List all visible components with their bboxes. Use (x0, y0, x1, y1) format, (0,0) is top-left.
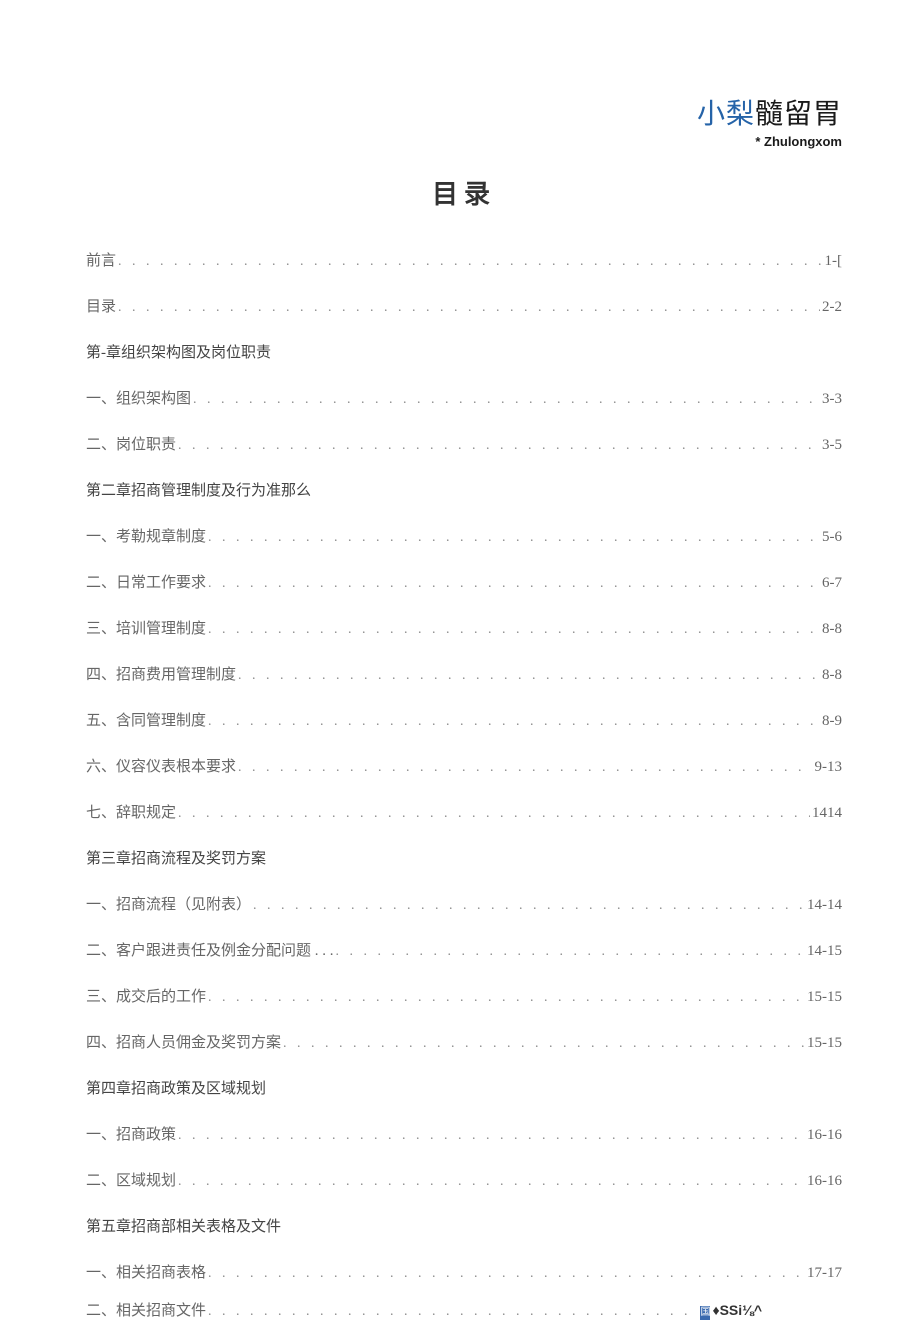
toc-row: 二、客户跟进责任及例金分配问题 . . . 14-15 (86, 939, 842, 960)
toc-dots (208, 530, 820, 546)
toc-label: 一、考勒规章制度 (86, 525, 206, 546)
toc-page: 1414 (812, 805, 842, 822)
toc-dots (238, 668, 820, 684)
toc-label: 前言 (86, 249, 116, 270)
toc-label: 七、辞职规定 (86, 801, 176, 822)
toc-row: 第三章招商流程及奖罚方案 (86, 847, 842, 868)
logo-black-text: 髓留胃 (755, 99, 842, 130)
toc-page: 16-16 (807, 1127, 842, 1144)
toc-row: 一、招商政策 16-16 (86, 1123, 842, 1144)
toc-page: 1-[ (825, 253, 843, 270)
toc-dots (253, 898, 805, 914)
toc-label: 第四章招商政策及区域规划 (86, 1077, 266, 1098)
toc-dots (193, 392, 820, 408)
logo-sub-prefix: * (755, 134, 764, 149)
table-of-contents: 前言 1-[ 目录 2-2 第-章组织架构图及岗位职责一、组织架构图 3-3 二、岗位职责 3… (86, 249, 842, 1282)
toc-footer-row: 二、相关招商文件 国 ♦SSi⅛^ (86, 1299, 842, 1320)
toc-page: 3-3 (822, 391, 842, 408)
page-title: 目录 (86, 174, 842, 211)
toc-row: 第二章招商管理制度及行为准那么 (86, 479, 842, 500)
toc-dots (208, 1304, 694, 1320)
toc-label: 第三章招商流程及奖罚方案 (86, 847, 266, 868)
toc-row: 七、辞职规定 1414 (86, 801, 842, 822)
logo-subtitle: * Zhulongxom (697, 134, 842, 149)
toc-row: 一、考勒规章制度 5-6 (86, 525, 842, 546)
toc-label: 三、成交后的工作 (86, 985, 206, 1006)
toc-dots (336, 944, 805, 960)
toc-row: 五、含同管理制度 8-9 (86, 709, 842, 730)
toc-dots (208, 622, 820, 638)
toc-label: 一、招商政策 (86, 1123, 176, 1144)
toc-page: 14-15 (807, 943, 842, 960)
toc-row: 第-章组织架构图及岗位职责 (86, 341, 842, 362)
toc-dots (283, 1036, 805, 1052)
toc-row: 第五章招商部相关表格及文件 (86, 1215, 842, 1236)
toc-page: 3-5 (822, 437, 842, 454)
toc-row: 第四章招商政策及区域规划 (86, 1077, 842, 1098)
toc-row: 一、组织架构图 3-3 (86, 387, 842, 408)
footer-suffix-text: ♦SSi⅛^ (712, 1302, 762, 1318)
toc-row: 三、成交后的工作 15-15 (86, 985, 842, 1006)
toc-label: 一、相关招商表格 (86, 1261, 206, 1282)
toc-label: 第-章组织架构图及岗位职责 (86, 341, 271, 362)
toc-label: 二、客户跟进责任及例金分配问题 . . . (86, 939, 334, 960)
toc-label: 二、相关招商文件 (86, 1299, 206, 1320)
toc-label: 二、区域规划 (86, 1169, 176, 1190)
toc-label: 三、培训管理制度 (86, 617, 206, 638)
toc-label: 一、招商流程（见附表） (86, 893, 251, 914)
toc-dots (118, 254, 822, 270)
toc-dots (118, 300, 820, 316)
toc-row: 二、区域规划 16-16 (86, 1169, 842, 1190)
toc-page: 15-15 (807, 1035, 842, 1052)
footer-badge-icon: 国 (700, 1306, 710, 1320)
toc-label: 四、招商费用管理制度 (86, 663, 236, 684)
logo-main: 小梨髓留胃 (697, 92, 842, 132)
toc-page: 2-2 (822, 299, 842, 316)
toc-dots (208, 714, 820, 730)
toc-row: 四、招商人员佣金及奖罚方案 15-15 (86, 1031, 842, 1052)
toc-dots (178, 438, 820, 454)
toc-label: 五、含同管理制度 (86, 709, 206, 730)
toc-label: 二、岗位职责 (86, 433, 176, 454)
toc-label: 四、招商人员佣金及奖罚方案 (86, 1031, 281, 1052)
toc-label: 二、日常工作要求 (86, 571, 206, 592)
toc-dots (178, 806, 810, 822)
toc-row: 一、相关招商表格 17-17 (86, 1261, 842, 1282)
toc-dots (208, 576, 820, 592)
header-logo: 小梨髓留胃 * Zhulongxom (697, 92, 842, 149)
toc-page: 8-8 (822, 621, 842, 638)
toc-row: 一、招商流程（见附表） 14-14 (86, 893, 842, 914)
toc-row: 三、培训管理制度 8-8 (86, 617, 842, 638)
logo-sub-text: Zhulongxom (764, 134, 842, 149)
toc-label: 第二章招商管理制度及行为准那么 (86, 479, 311, 500)
toc-label: 一、组织架构图 (86, 387, 191, 408)
toc-dots (208, 990, 805, 1006)
toc-page: 14-14 (807, 897, 842, 914)
toc-row: 目录 2-2 (86, 295, 842, 316)
toc-page: 5-6 (822, 529, 842, 546)
toc-page: 8-8 (822, 667, 842, 684)
toc-page: 9-13 (815, 759, 843, 776)
toc-label: 六、仪容仪表根本要求 (86, 755, 236, 776)
toc-label: 目录 (86, 295, 116, 316)
toc-page: 17-17 (807, 1265, 842, 1282)
toc-page: 6-7 (822, 575, 842, 592)
toc-dots (178, 1174, 805, 1190)
logo-blue-text: 小梨 (697, 99, 755, 130)
toc-page: 16-16 (807, 1173, 842, 1190)
toc-dots (178, 1128, 805, 1144)
toc-row: 二、日常工作要求 6-7 (86, 571, 842, 592)
toc-row: 前言 1-[ (86, 249, 842, 270)
toc-row: 六、仪容仪表根本要求 9-13 (86, 755, 842, 776)
toc-row: 二、岗位职责 3-5 (86, 433, 842, 454)
toc-page: 15-15 (807, 989, 842, 1006)
toc-page: 8-9 (822, 713, 842, 730)
toc-dots (238, 760, 812, 776)
toc-dots (208, 1266, 805, 1282)
toc-row: 四、招商费用管理制度 8-8 (86, 663, 842, 684)
toc-label: 第五章招商部相关表格及文件 (86, 1215, 281, 1236)
